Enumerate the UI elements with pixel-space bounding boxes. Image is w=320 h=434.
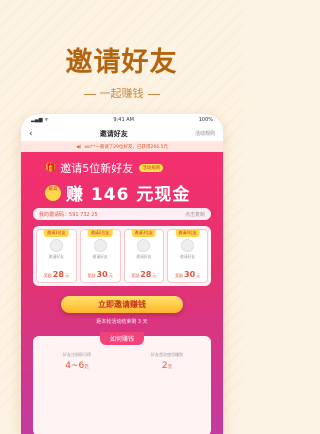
how-to-earn-title: 如何赚钱 [99, 332, 145, 345]
earn-method-desc: 好友首次使用赚到 [151, 352, 183, 357]
reward-card[interactable]: 邀请1位友 邀请好友 奖励 28 元 [36, 229, 77, 283]
card-reward: 奖励 30 元 [175, 270, 200, 279]
notice-text: wo**一邀请了29位好友，已获得266.5元 [84, 145, 168, 150]
earn-method-value-row: 2元 [131, 361, 203, 371]
status-bar: ▂▄▆ ᯤ 9:41 AM 100% [21, 114, 223, 126]
rules-link[interactable]: 活动规则 [195, 130, 215, 137]
invite-code-label: 我的邀请码： [39, 211, 70, 218]
how-to-earn-panel: 如何赚钱 好友注册即可得 4~6元 好友首次使用赚到 2元 [33, 332, 211, 434]
card-reward: 奖励 28 元 [131, 270, 156, 279]
earn-method-first-use: 好友首次使用赚到 2元 [131, 352, 203, 371]
earn-method-desc: 好友注册即可得 [63, 352, 91, 357]
card-reward-prefix: 奖励 [131, 273, 140, 278]
invite-code-group: 我的邀请码：591 732 25 [39, 211, 98, 218]
copy-code-button[interactable]: 点击复制 [185, 211, 205, 218]
reward-card[interactable]: 邀请3位友 邀请好友 奖励 28 元 [123, 229, 165, 283]
avatar-placeholder-icon [49, 239, 63, 252]
card-reward: 奖励 28 元 [44, 270, 69, 279]
card-reward-prefix: 奖励 [43, 273, 52, 278]
invite-code-value: 591 732 25 [69, 211, 98, 218]
card-tag: 邀请3位友 [131, 229, 157, 237]
card-status: 邀请好友 [180, 254, 196, 259]
avatar-placeholder-icon [137, 239, 151, 252]
navbar: ‹ 邀请好友 活动规则 [21, 126, 223, 142]
invite-now-button[interactable]: 立即邀请赚钱 [61, 296, 183, 313]
battery-text: 100% [198, 117, 213, 123]
campaign-panel: 🎁 邀请5位新好友 活动规则 最高 赚 146 元现金 我的邀请码：591 73… [21, 152, 223, 434]
invite-code-bar: 我的邀请码：591 732 25 点击复制 [33, 208, 211, 220]
card-reward-value: 28 [52, 270, 64, 279]
earn-method-register: 好友注册即可得 4~6元 [41, 352, 113, 371]
card-reward-unit: 元 [196, 273, 201, 278]
card-status: 邀请好友 [92, 254, 108, 259]
status-time: 9:41 AM [113, 117, 134, 123]
gift-icon: 🎁 [45, 163, 57, 173]
rule-badge[interactable]: 活动规则 [139, 164, 164, 172]
back-icon[interactable]: ‹ [29, 129, 33, 139]
card-reward: 奖励 30 元 [88, 270, 113, 279]
card-reward-prefix: 奖励 [87, 273, 96, 278]
earn-method-value-row: 4~6元 [41, 361, 113, 371]
card-tag: 邀请2位友 [87, 229, 113, 237]
card-reward-value: 30 [96, 270, 108, 279]
countdown-text: 距本轮活动结束剩 3 天 [96, 319, 148, 325]
notice-bar: ◀) wo**一邀请了29位好友，已获得266.5元 [21, 142, 223, 152]
earn-method-unit: 元 [84, 365, 89, 370]
speaker-icon: ◀) [76, 144, 82, 150]
card-status: 邀请好友 [136, 254, 152, 259]
card-tag: 邀请1位友 [44, 229, 69, 237]
card-reward-prefix: 奖励 [175, 273, 184, 278]
avatar-placeholder-icon [181, 239, 195, 252]
avatar-placeholder-icon [93, 239, 107, 252]
earn-method-unit: 元 [167, 365, 173, 370]
card-reward-unit: 元 [152, 273, 157, 278]
campaign-headline: 🎁 邀请5位新好友 活动规则 [45, 160, 205, 176]
page-title: 邀请好友 [99, 129, 128, 138]
card-tag: 邀请4位友 [175, 229, 200, 237]
reward-cards: 邀请1位友 邀请好友 奖励 28 元 邀请2位友 邀请好友 奖励 30 元 邀请3位友 … [33, 226, 211, 286]
reward-card[interactable]: 邀请2位友 邀请好友 奖励 30 元 [79, 229, 121, 283]
card-reward-value: 28 [140, 270, 152, 279]
reward-card[interactable]: 邀请4位友 邀请好友 奖励 30 元 [167, 229, 208, 283]
campaign-amount: 赚 146 元现金 [66, 185, 191, 205]
card-reward-value: 30 [184, 270, 196, 279]
card-status: 邀请好友 [48, 254, 64, 259]
signal-icon: ▂▄▆ ᯤ [31, 117, 49, 123]
hero-title: 邀请好友 [65, 47, 178, 78]
campaign-amount-row: 最高 赚 146 元现金 [45, 180, 215, 205]
campaign-headline-text: 邀请5位新好友 [60, 162, 134, 175]
earn-method-value: 4~6 [65, 361, 85, 371]
max-badge: 最高 [45, 184, 61, 201]
phone-mockup: ▂▄▆ ᯤ 9:41 AM 100% ‹ 邀请好友 活动规则 ◀) wo**一邀… [21, 114, 223, 434]
card-reward-unit: 元 [64, 273, 69, 278]
hero-subtitle: 一起赚钱 [0, 85, 243, 101]
card-reward-unit: 元 [108, 273, 113, 278]
